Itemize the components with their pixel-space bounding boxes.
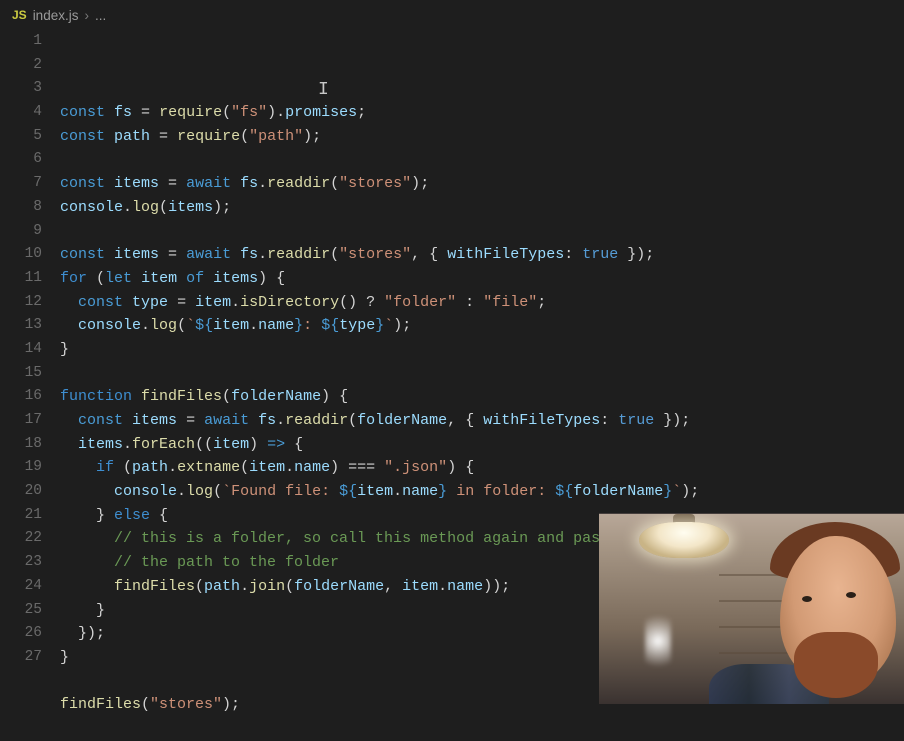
text-cursor-icon: I bbox=[318, 79, 329, 103]
code-line[interactable]: items.forEach((item) => { bbox=[60, 433, 904, 457]
line-number: 10 bbox=[0, 243, 42, 267]
code-line[interactable]: const items = await fs.readdir("stores",… bbox=[60, 243, 904, 267]
code-line[interactable]: console.log(`Found file: ${item.name} in… bbox=[60, 480, 904, 504]
line-number: 24 bbox=[0, 575, 42, 599]
js-file-icon: JS bbox=[12, 8, 27, 22]
line-number: 2 bbox=[0, 54, 42, 78]
chevron-right-icon: › bbox=[84, 8, 89, 23]
line-number: 26 bbox=[0, 622, 42, 646]
line-number: 8 bbox=[0, 196, 42, 220]
code-line[interactable]: function findFiles(folderName) { bbox=[60, 385, 904, 409]
code-line[interactable]: const path = require("path"); bbox=[60, 125, 904, 149]
line-number: 16 bbox=[0, 385, 42, 409]
line-number: 27 bbox=[0, 646, 42, 670]
code-line[interactable]: const type = item.isDirectory() ? "folde… bbox=[60, 291, 904, 315]
breadcrumb-trail[interactable]: ... bbox=[95, 8, 106, 23]
line-number-gutter: 1234567891011121314151617181920212223242… bbox=[0, 30, 60, 704]
code-line[interactable]: console.log(`${item.name}: ${type}`); bbox=[60, 314, 904, 338]
wall-glow bbox=[645, 606, 671, 676]
line-number: 6 bbox=[0, 148, 42, 172]
line-number: 14 bbox=[0, 338, 42, 362]
line-number: 17 bbox=[0, 409, 42, 433]
line-number: 25 bbox=[0, 599, 42, 623]
line-number: 5 bbox=[0, 125, 42, 149]
code-line[interactable] bbox=[60, 148, 904, 172]
code-line[interactable]: const items = await fs.readdir(folderNam… bbox=[60, 409, 904, 433]
breadcrumb-file[interactable]: index.js bbox=[33, 8, 79, 23]
person-beard bbox=[794, 632, 878, 698]
code-line[interactable] bbox=[60, 220, 904, 244]
line-number: 7 bbox=[0, 172, 42, 196]
code-line[interactable]: if (path.extname(item.name) === ".json")… bbox=[60, 456, 904, 480]
line-number: 20 bbox=[0, 480, 42, 504]
code-line[interactable]: const fs = require("fs").promises; bbox=[60, 101, 904, 125]
person-eye-left bbox=[802, 596, 812, 602]
code-line[interactable] bbox=[60, 362, 904, 386]
line-number: 15 bbox=[0, 362, 42, 386]
code-line[interactable]: console.log(items); bbox=[60, 196, 904, 220]
code-line[interactable]: for (let item of items) { bbox=[60, 267, 904, 291]
line-number: 19 bbox=[0, 456, 42, 480]
line-number: 21 bbox=[0, 504, 42, 528]
line-number: 9 bbox=[0, 220, 42, 244]
code-line[interactable] bbox=[60, 717, 904, 741]
line-number: 4 bbox=[0, 101, 42, 125]
line-number: 18 bbox=[0, 433, 42, 457]
line-number: 1 bbox=[0, 30, 42, 54]
person-eye-right bbox=[846, 592, 856, 598]
line-number: 22 bbox=[0, 527, 42, 551]
ceiling-lamp bbox=[639, 522, 729, 558]
breadcrumb[interactable]: JS index.js › ... bbox=[0, 0, 904, 30]
line-number: 12 bbox=[0, 291, 42, 315]
code-line[interactable]: const items = await fs.readdir("stores")… bbox=[60, 172, 904, 196]
webcam-overlay bbox=[599, 513, 904, 704]
line-number: 13 bbox=[0, 314, 42, 338]
line-number: 11 bbox=[0, 267, 42, 291]
line-number: 3 bbox=[0, 77, 42, 101]
line-number: 23 bbox=[0, 551, 42, 575]
code-line[interactable]: } bbox=[60, 338, 904, 362]
